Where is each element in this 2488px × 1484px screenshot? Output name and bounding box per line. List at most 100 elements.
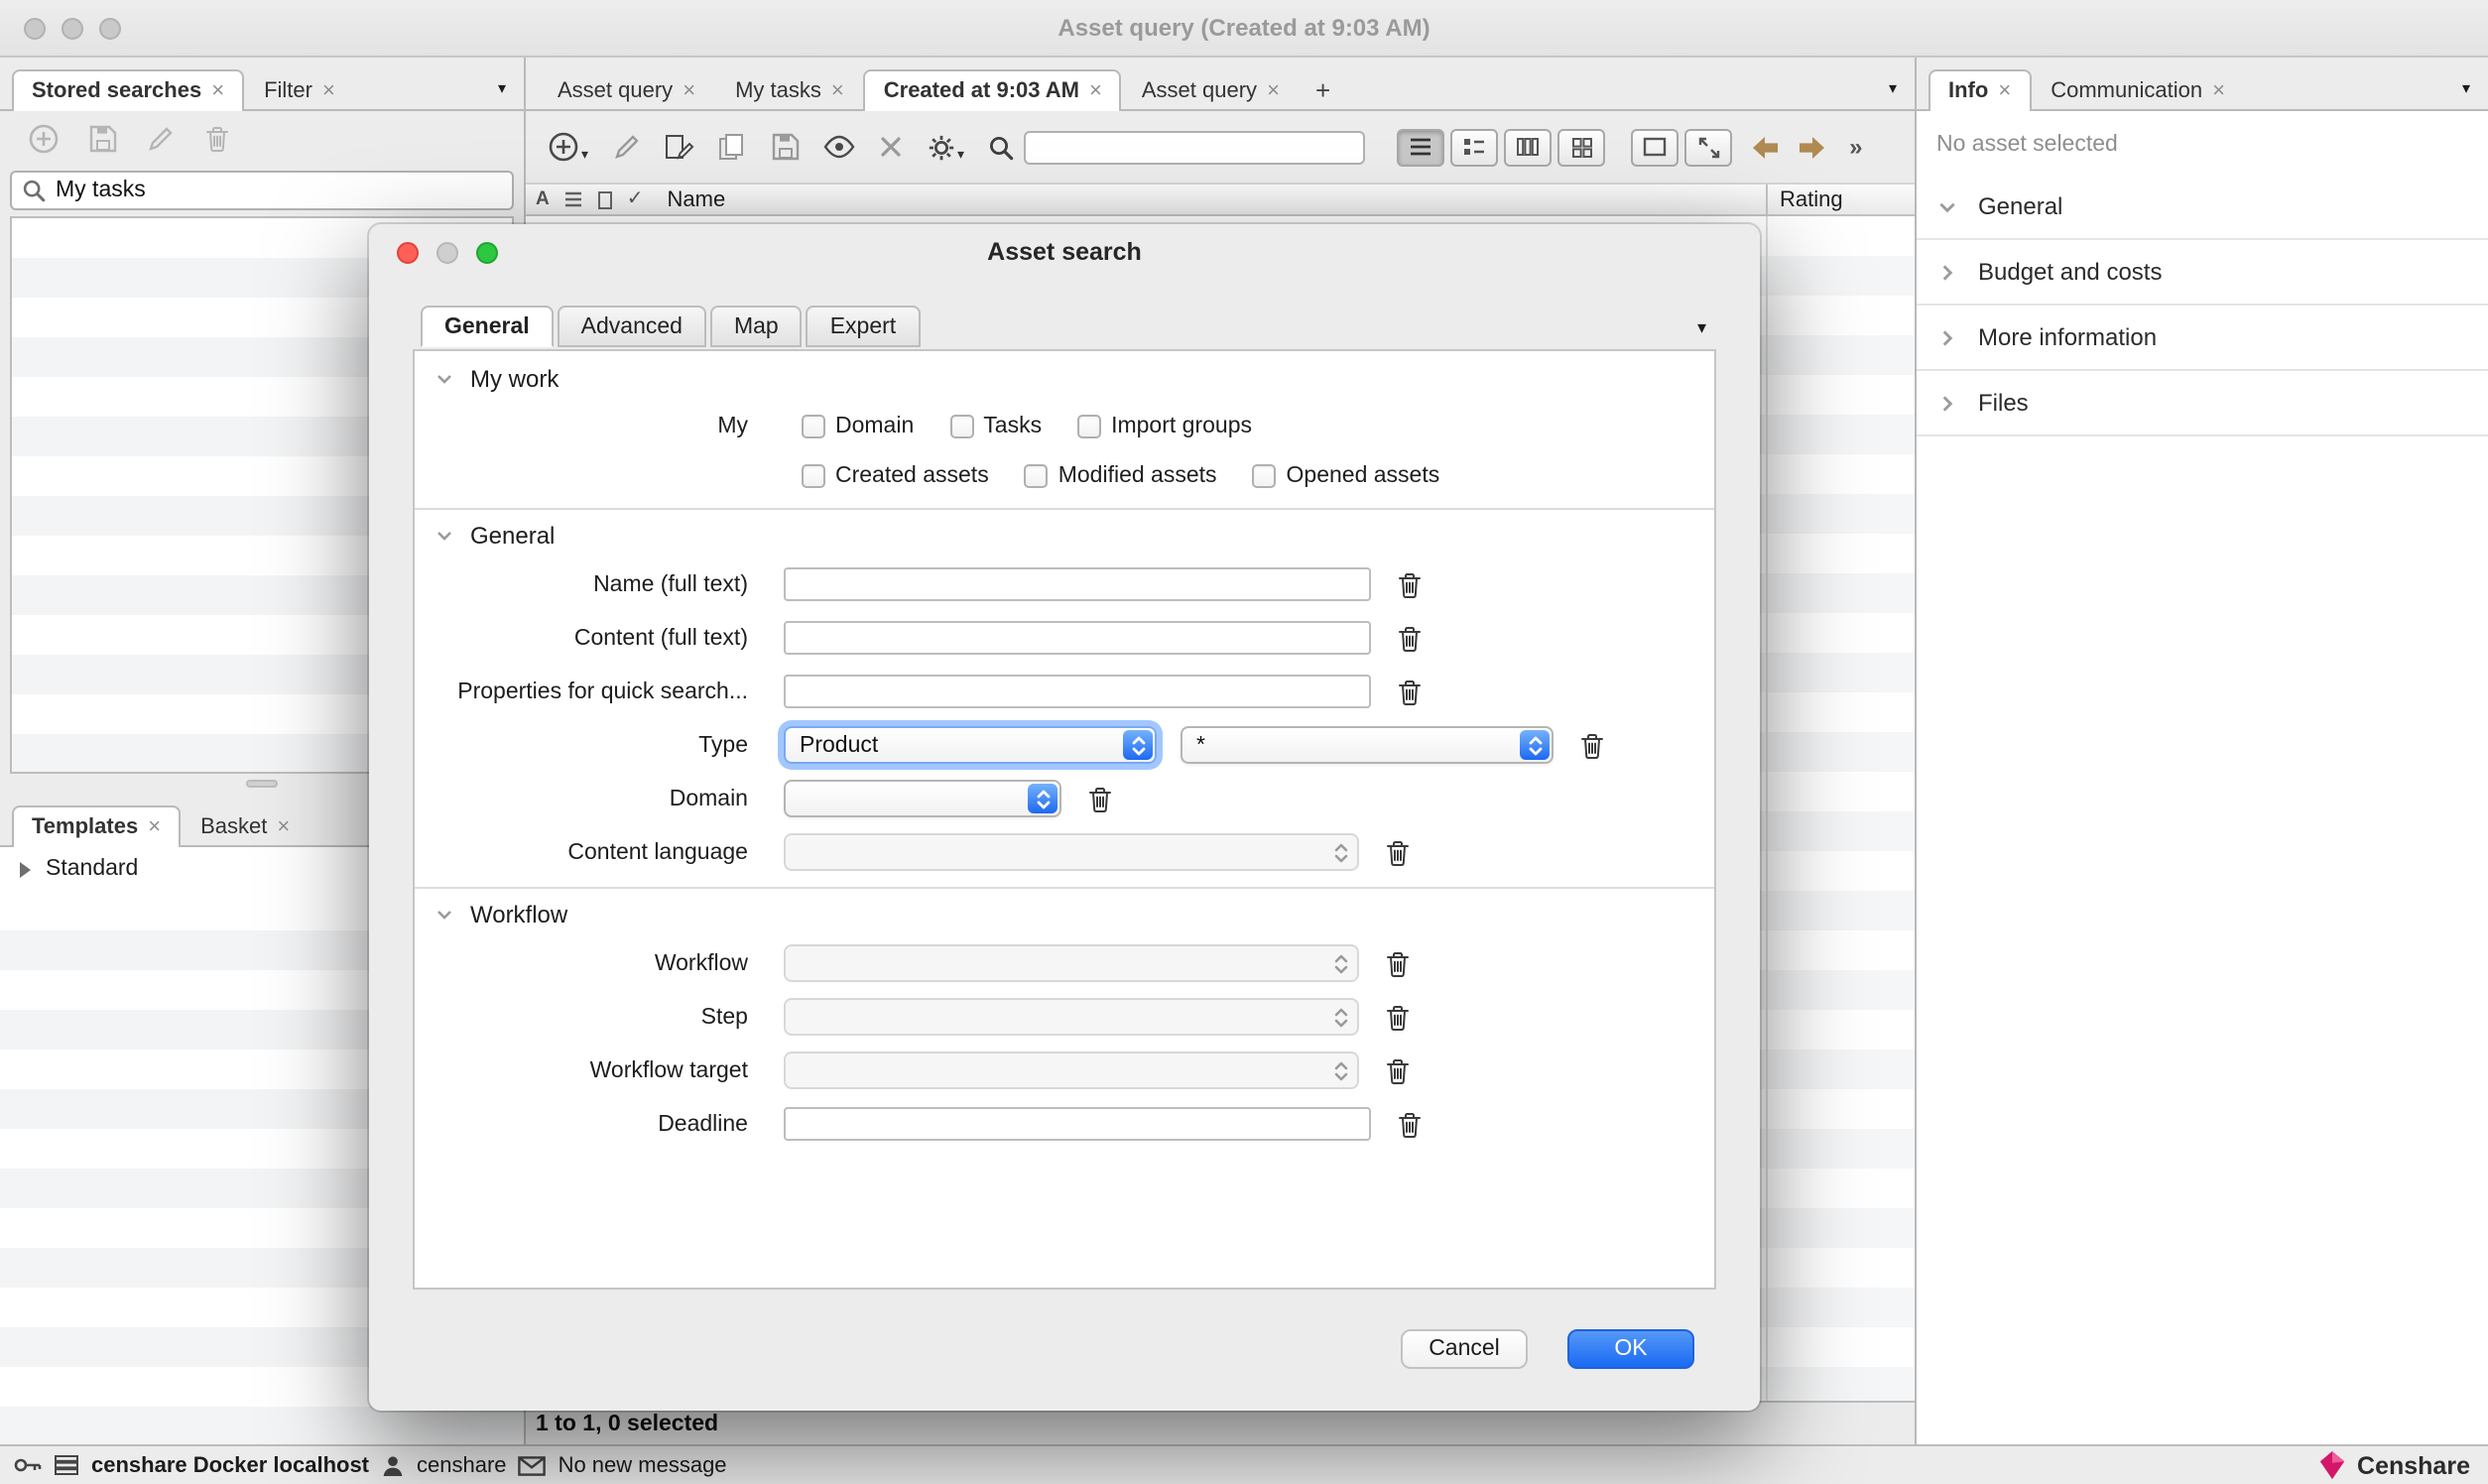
step-select[interactable] xyxy=(784,998,1359,1036)
tab-asset-query-1[interactable]: Asset query × xyxy=(538,69,715,111)
disclosure-triangle-icon[interactable] xyxy=(18,860,32,878)
edit-asset-button[interactable] xyxy=(612,133,640,161)
table-header[interactable]: A ✓ Name Rating xyxy=(526,183,1915,216)
workflow-target-select[interactable] xyxy=(784,1051,1359,1089)
tab-close-icon[interactable]: × xyxy=(211,79,224,103)
view-detail-button[interactable] xyxy=(1450,128,1498,166)
checkbox-box[interactable] xyxy=(802,414,825,437)
tab-close-icon[interactable]: × xyxy=(1998,79,2011,103)
back-arrow-icon[interactable] xyxy=(1750,134,1782,160)
checkbox-box[interactable] xyxy=(1077,414,1101,437)
view-single-button[interactable] xyxy=(1631,128,1679,166)
dialog-tab-general[interactable]: General xyxy=(421,306,554,347)
dialog-tab-map[interactable]: Map xyxy=(710,306,803,347)
workflow-select[interactable] xyxy=(784,944,1359,982)
edit-search-icon[interactable] xyxy=(147,125,175,153)
tab-basket[interactable]: Basket × xyxy=(181,805,310,847)
clear-workflow-button[interactable] xyxy=(1385,949,1411,977)
checkbox-box[interactable] xyxy=(949,414,973,437)
tabbar-menu-icon[interactable]: ▾ xyxy=(498,79,506,97)
remove-button[interactable] xyxy=(878,135,902,159)
dialog-zoom-button[interactable] xyxy=(476,241,498,263)
main-search-input[interactable] xyxy=(1024,130,1365,164)
checkbox-tasks[interactable]: Tasks xyxy=(949,414,1042,437)
edit-metadata-button[interactable] xyxy=(664,133,693,161)
clear-domain-button[interactable] xyxy=(1087,785,1113,812)
type-subselect[interactable]: * xyxy=(1181,726,1554,764)
section-files[interactable]: Files xyxy=(1917,371,2488,436)
dialog-tab-advanced[interactable]: Advanced xyxy=(558,306,706,347)
checkbox-box[interactable] xyxy=(802,463,825,487)
type-select[interactable]: Product xyxy=(784,726,1157,764)
mail-icon[interactable] xyxy=(519,1455,547,1475)
mail-status[interactable]: No new message xyxy=(559,1453,727,1477)
tab-my-tasks[interactable]: My tasks × xyxy=(715,69,864,111)
server-name[interactable]: censhare Docker localhost xyxy=(91,1453,369,1477)
user-name[interactable]: censhare xyxy=(417,1453,507,1477)
zoom-window-button[interactable] xyxy=(99,17,121,39)
tab-close-icon[interactable]: × xyxy=(1267,79,1280,103)
tab-close-icon[interactable]: × xyxy=(831,79,844,103)
tab-close-icon[interactable]: × xyxy=(683,79,695,103)
checkbox-modified-assets[interactable]: Modified assets xyxy=(1025,463,1217,487)
dialog-tab-expert[interactable]: Expert xyxy=(807,306,921,347)
tab-filter[interactable]: Filter × xyxy=(244,69,355,111)
checkbox-box[interactable] xyxy=(1025,463,1049,487)
tab-communication[interactable]: Communication × xyxy=(2031,69,2245,111)
cancel-button[interactable]: Cancel xyxy=(1401,1329,1528,1369)
key-icon[interactable] xyxy=(14,1456,42,1474)
stored-search-input[interactable] xyxy=(56,179,502,202)
view-grid-button[interactable] xyxy=(1557,128,1605,166)
duplicate-asset-button[interactable] xyxy=(717,133,747,161)
content-fulltext-input[interactable] xyxy=(784,621,1371,655)
tab-created-at-903[interactable]: Created at 9:03 AM × xyxy=(864,69,1122,111)
settings-gear-button[interactable]: ▾ xyxy=(926,132,964,162)
section-more-information[interactable]: More information xyxy=(1917,306,2488,371)
content-language-select[interactable] xyxy=(784,833,1359,871)
add-search-icon[interactable] xyxy=(28,123,60,155)
view-list-button[interactable] xyxy=(1397,128,1444,166)
page-icon[interactable] xyxy=(597,189,613,209)
checkbox-domain[interactable]: Domain xyxy=(802,414,914,437)
preview-button[interactable] xyxy=(822,135,854,159)
clear-content-language-button[interactable] xyxy=(1385,838,1411,866)
ok-button[interactable]: OK xyxy=(1567,1329,1694,1369)
column-header-name[interactable]: Name xyxy=(668,187,726,211)
forward-arrow-icon[interactable] xyxy=(1796,134,1827,160)
properties-quick-search-input[interactable] xyxy=(784,675,1371,708)
check-icon[interactable]: ✓ xyxy=(627,188,644,210)
checkbox-created-assets[interactable]: Created assets xyxy=(802,463,989,487)
checkbox-box[interactable] xyxy=(1253,463,1277,487)
tab-info[interactable]: Info × xyxy=(1928,69,2031,111)
section-general[interactable]: General xyxy=(1917,175,2488,240)
delete-search-icon[interactable] xyxy=(204,125,230,153)
deadline-input[interactable] xyxy=(784,1107,1371,1141)
tab-close-icon[interactable]: × xyxy=(148,815,161,839)
section-general-header[interactable]: General xyxy=(415,514,1714,557)
clear-step-button[interactable] xyxy=(1385,1003,1411,1031)
name-fulltext-input[interactable] xyxy=(784,567,1371,601)
clear-deadline-button[interactable] xyxy=(1397,1110,1423,1138)
tab-asset-query-2[interactable]: Asset query × xyxy=(1122,69,1300,111)
checkbox-opened-assets[interactable]: Opened assets xyxy=(1253,463,1440,487)
clear-content-button[interactable] xyxy=(1397,624,1423,652)
tabbar-menu-icon[interactable]: ▾ xyxy=(2462,79,2470,97)
sort-alpha-icon[interactable]: A xyxy=(536,188,550,210)
tab-close-icon[interactable]: × xyxy=(322,79,335,103)
dialog-minimize-button[interactable] xyxy=(436,241,458,263)
new-tab-button[interactable]: + xyxy=(1300,69,1346,111)
minimize-window-button[interactable] xyxy=(62,17,83,39)
dialog-close-button[interactable] xyxy=(397,241,419,263)
section-budget-and-costs[interactable]: Budget and costs xyxy=(1917,240,2488,306)
view-columns-button[interactable] xyxy=(1504,128,1552,166)
tab-close-icon[interactable]: × xyxy=(1089,79,1102,103)
clear-properties-button[interactable] xyxy=(1397,678,1423,705)
clear-type-button[interactable] xyxy=(1579,731,1605,759)
rows-icon[interactable] xyxy=(563,190,583,208)
section-my-work-header[interactable]: My work xyxy=(415,357,1714,401)
section-workflow-header[interactable]: Workflow xyxy=(415,893,1714,936)
column-divider[interactable] xyxy=(1766,185,1768,214)
save-asset-button[interactable] xyxy=(771,133,799,161)
clear-name-button[interactable] xyxy=(1397,570,1423,598)
tab-close-icon[interactable]: × xyxy=(277,815,290,839)
